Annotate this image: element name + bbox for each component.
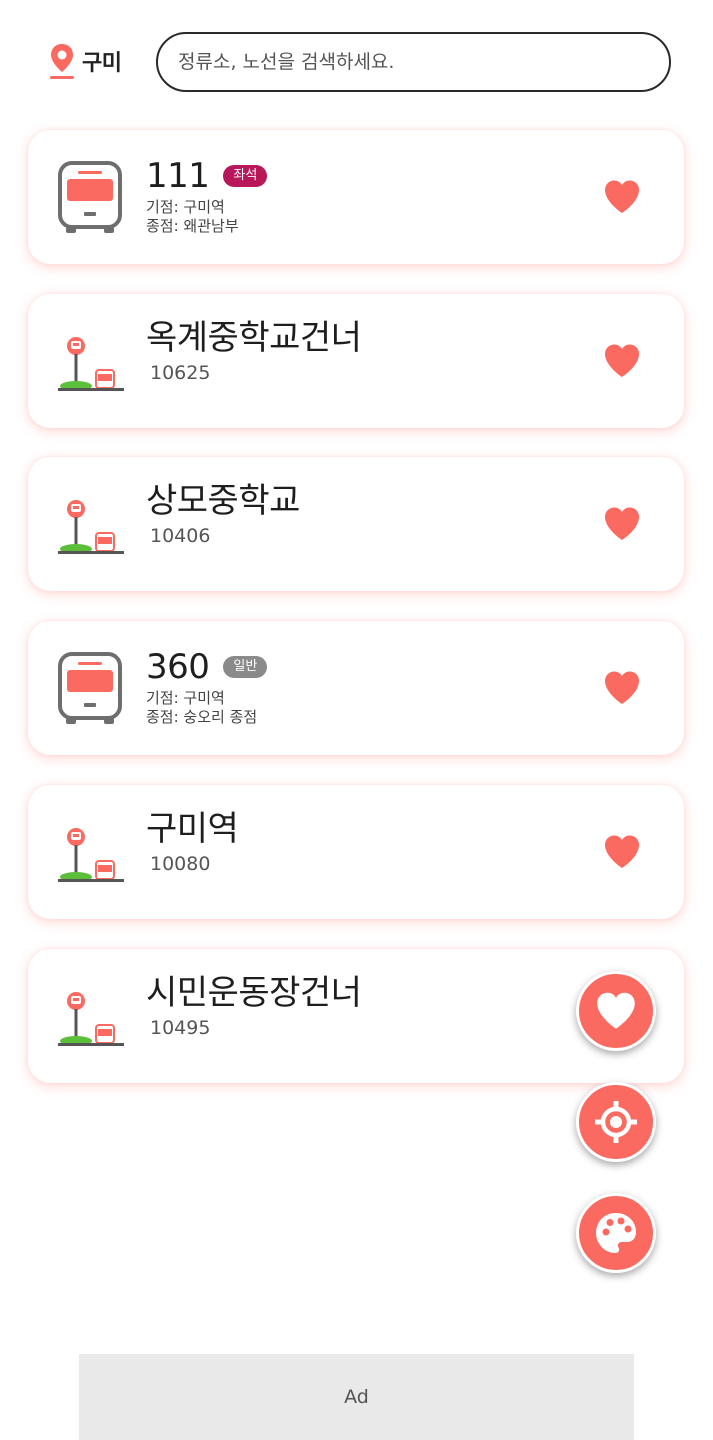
stop-number: 10080 [150,853,211,875]
search-input[interactable] [178,44,648,80]
location-pin-icon [50,44,74,79]
stop-number: 10625 [150,362,211,384]
ad-banner[interactable]: Ad [79,1354,634,1440]
search-box[interactable] [156,32,671,92]
theme-fab-button[interactable] [576,1193,656,1273]
favorite-heart-icon[interactable] [602,833,642,871]
favorite-heart-icon[interactable] [602,505,642,543]
stop-number: 10406 [150,525,211,547]
route-start: 기점: 구미역 [146,198,225,216]
route-end: 종점: 숭오리 종점 [146,708,258,726]
location-target-icon [595,1101,637,1143]
route-end: 종점: 왜관남부 [146,217,239,235]
stop-name: 구미역 [146,809,239,849]
favorite-heart-icon[interactable] [602,669,642,707]
route-card-360[interactable]: 360 일반 기점: 구미역 종점: 숭오리 종점 [28,621,684,755]
heart-icon [597,992,635,1029]
ad-label: Ad [344,1386,369,1408]
stop-number: 10495 [150,1017,211,1039]
stop-card-10406[interactable]: 상모중학교 10406 [28,457,684,591]
route-number: 111 [146,156,210,196]
bus-stop-icon [56,324,126,398]
bus-stop-icon [56,815,126,889]
favorite-heart-icon[interactable] [602,178,642,216]
route-type-badge: 일반 [223,656,268,678]
region-label: 구미 [82,51,122,76]
favorites-fab-button[interactable] [576,971,656,1051]
stop-name: 시민운동장건너 [146,973,362,1013]
my-location-fab-button[interactable] [576,1082,656,1162]
route-start: 기점: 구미역 [146,689,225,707]
stop-card-10625[interactable]: 옥계중학교건너 10625 [28,294,684,428]
stop-name: 상모중학교 [146,481,300,521]
favorite-heart-icon[interactable] [602,342,642,380]
route-number: 360 [146,647,210,687]
bus-icon [56,651,126,725]
route-type-badge: 좌석 [223,165,268,187]
stop-card-10080[interactable]: 구미역 10080 [28,785,684,919]
region-selector[interactable]: 구미 [48,42,122,80]
palette-icon [596,1213,636,1253]
stop-name: 옥계중학교건너 [146,318,362,358]
bus-stop-icon [56,487,126,561]
top-bar: 구미 [0,0,713,110]
route-card-111[interactable]: 111 좌석 기점: 구미역 종점: 왜관남부 [28,130,684,264]
bus-stop-icon [56,979,126,1053]
bus-icon [56,160,126,234]
